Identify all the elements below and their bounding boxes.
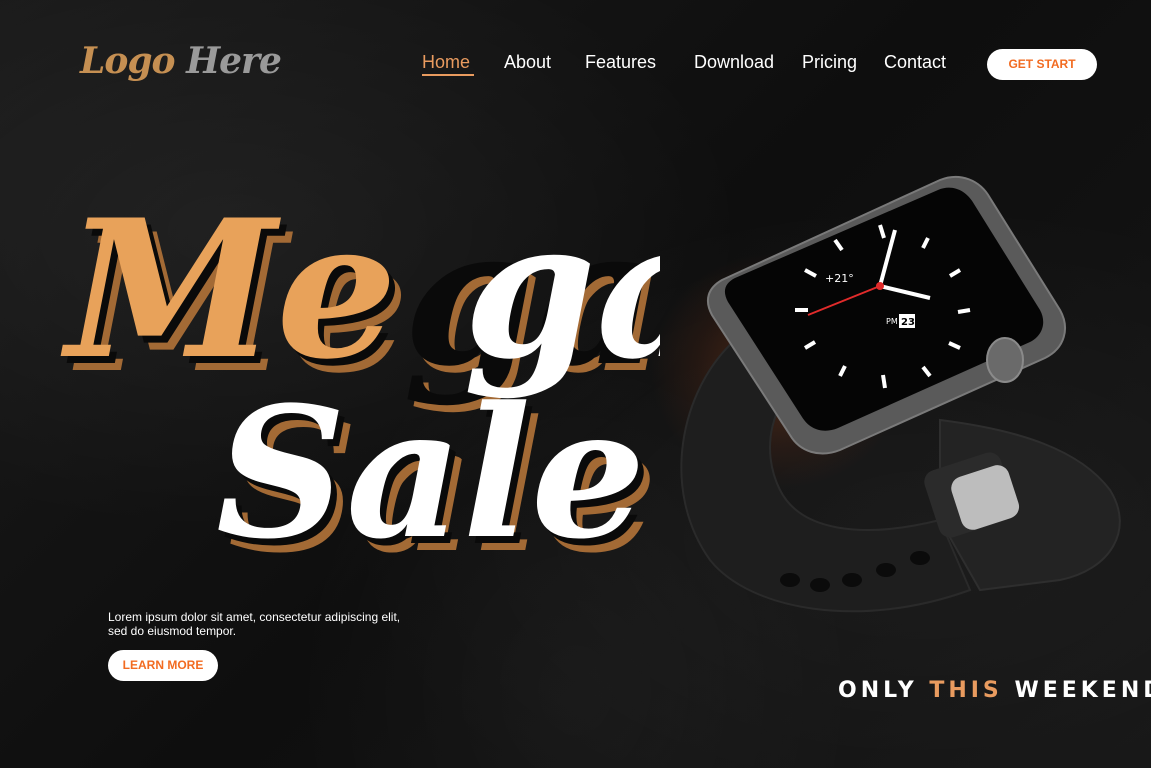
watch-center-pin [876,282,884,290]
nav-item-pricing[interactable]: Pricing [802,52,857,73]
watch-am-pm: PM [886,317,898,326]
watch-temperature: +21° [825,272,854,285]
nav-item-download[interactable]: Download [694,52,774,73]
headline-line2: Sale [216,368,646,579]
nav-item-home[interactable]: Home [422,52,470,73]
hero-description: Lorem ipsum dolor sit amet, consectetur … [108,610,401,638]
get-start-button[interactable]: GET START [987,49,1097,80]
weekend-tagline: ONLY THIS WEEKEND [838,678,1151,703]
watch-crown [986,337,1024,383]
nav-item-features[interactable]: Features [585,52,656,73]
smartwatch-image: +21° PM 23 [640,160,1140,640]
nav-item-about[interactable]: About [504,52,551,73]
nav-item-contact[interactable]: Contact [884,52,946,73]
watch-date: 23 [901,317,915,328]
hero-headline: Mega Mega Me ga Sale Sale Sale [60,170,719,593]
active-nav-underline [422,74,474,76]
learn-more-button[interactable]: LEARN MORE [108,650,218,681]
logo[interactable]: Logo Here [80,40,282,82]
